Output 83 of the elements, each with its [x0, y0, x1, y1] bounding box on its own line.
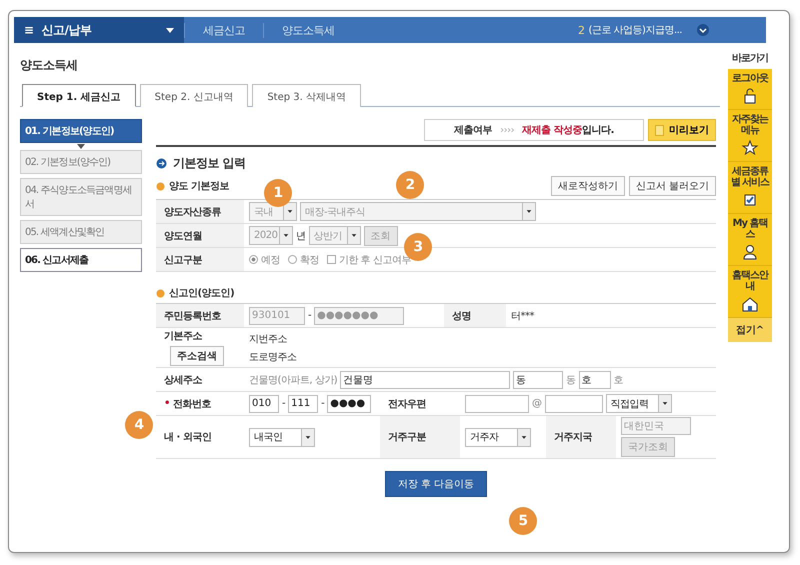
caret-icon	[522, 203, 535, 220]
step-item[interactable]: 06. 신고서제출	[20, 248, 142, 272]
row-label: 양도연월	[156, 224, 244, 247]
dropdown[interactable]: 직접입력	[606, 394, 672, 413]
menu-icon[interactable]: ≡	[24, 23, 34, 37]
input-field[interactable]	[465, 394, 529, 412]
bullet-icon	[156, 182, 165, 190]
fold-button[interactable]: 접기^	[728, 318, 772, 342]
unit-label: 년	[296, 230, 306, 242]
address-search-button[interactable]: 주소검색	[170, 346, 224, 366]
tab[interactable]: Step 3. 삭제내역	[252, 84, 361, 107]
caret-icon	[301, 428, 314, 446]
status-label: 제출여부	[454, 124, 492, 137]
at-sign: @	[532, 398, 542, 409]
bullet-icon	[156, 288, 165, 298]
radio-option[interactable]: 예정	[249, 252, 280, 266]
step-marker: 5	[509, 507, 537, 535]
tab[interactable]: Step 1. 세금신고	[22, 84, 136, 107]
row-label: 전화번호	[172, 398, 211, 410]
separator: -	[308, 310, 312, 321]
quick-link[interactable]: 로그아웃	[728, 69, 772, 110]
step-marker: 4	[125, 411, 153, 439]
row-label: 거주구분	[380, 416, 460, 458]
breadcrumb[interactable]: 세금신고	[184, 22, 263, 38]
quick-link[interactable]: My 홈택스	[728, 214, 772, 266]
required-mark: •	[164, 398, 170, 409]
row-label: 양도자산종류	[156, 200, 244, 223]
step-item[interactable]: 01. 기본정보(양도인)	[20, 119, 142, 143]
caret-icon	[517, 428, 530, 446]
caret-icon	[283, 203, 296, 220]
radio-option[interactable]: 확정	[288, 252, 319, 266]
action-button[interactable]: 새로작성하기	[550, 176, 625, 196]
row-label: 거주지국	[546, 416, 616, 458]
document-icon	[655, 124, 664, 136]
input-field[interactable]: 건물명	[340, 370, 510, 388]
address-line: 지번주소	[249, 332, 287, 346]
unit-label: 호	[614, 374, 624, 386]
unit-label: 동	[566, 374, 576, 386]
row-label: 기본주소	[164, 330, 203, 343]
section-title: 기본정보 입력	[173, 155, 246, 172]
separator: -	[282, 398, 286, 409]
subsection-title: 양도 기본정보	[169, 180, 229, 193]
tab[interactable]: Step 2. 신고내역	[140, 84, 248, 107]
arrows: ››››	[500, 124, 514, 136]
house-icon	[741, 295, 759, 313]
row-label: 주민등록번호	[156, 304, 244, 327]
caret-icon	[279, 227, 292, 244]
input-field[interactable]: 동	[513, 370, 564, 388]
field-label: 건물명(아파트, 상가)	[249, 374, 338, 386]
breadcrumb[interactable]: 양도소득세	[263, 22, 352, 38]
person-icon	[741, 243, 759, 261]
address-line: 도로명주소	[249, 350, 296, 364]
dropdown[interactable]: 내국인	[249, 428, 315, 446]
input-field[interactable]: ●●●●	[327, 394, 372, 412]
row-label: 성명	[444, 304, 506, 327]
user-menu[interactable]: (근로 사업등)지급명...	[588, 23, 682, 37]
separator: -	[321, 398, 324, 409]
count: 2	[578, 24, 584, 36]
subsection-title: 신고인(양도인)	[169, 287, 234, 300]
nav-title[interactable]: 신고/납부	[42, 22, 158, 38]
quick-link[interactable]: 세금종류별 서비스	[728, 162, 772, 214]
page-title: 양도소득세	[20, 57, 78, 74]
step-marker: 1	[264, 179, 292, 207]
action-button[interactable]: 신고서 불러오기	[628, 176, 716, 196]
chevron-icon[interactable]	[696, 23, 710, 37]
caret-icon	[658, 395, 670, 412]
save-button[interactable]: 저장 후 다음이동	[384, 471, 488, 497]
input-field[interactable]	[544, 394, 602, 412]
status-text: 재제출 작성중입니다.	[522, 124, 614, 137]
quick-link[interactable]: 자주찾는 메뉴	[728, 110, 772, 162]
input-field[interactable]: 111	[288, 394, 318, 412]
row-label: 신고구분	[156, 248, 244, 271]
input-field[interactable]: 010	[249, 394, 279, 412]
caret-icon	[346, 227, 360, 244]
input-field[interactable]: 호	[578, 370, 611, 388]
bullet-icon	[156, 158, 167, 169]
quick-links-title: 바로가기	[732, 52, 768, 65]
caret-icon[interactable]	[166, 28, 174, 32]
preview-button[interactable]: 미리보기	[648, 119, 716, 141]
name-value: 터***	[511, 310, 534, 322]
star-icon	[741, 139, 759, 157]
dropdown[interactable]: 거주자	[465, 428, 531, 446]
step-marker: 2	[396, 171, 424, 199]
